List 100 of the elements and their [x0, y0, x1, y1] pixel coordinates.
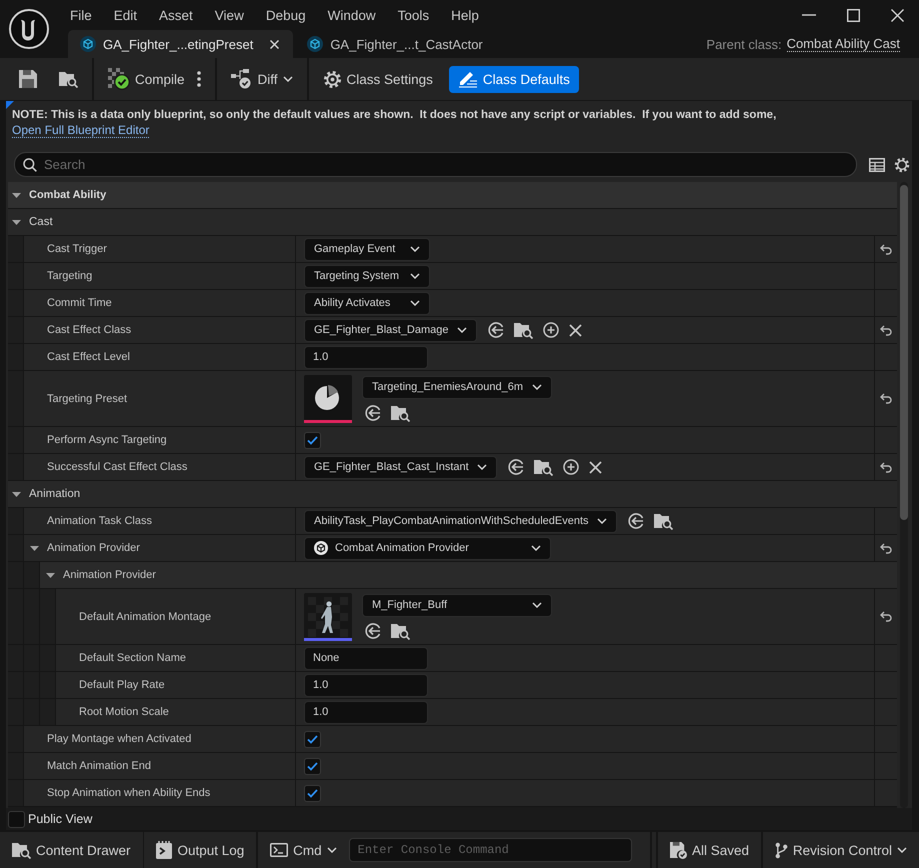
table-view-icon[interactable]: [869, 158, 885, 172]
parent-class-link[interactable]: Combat Ability Cast: [786, 36, 900, 52]
scrollbar[interactable]: [900, 182, 908, 808]
console-input[interactable]: Enter Console Command: [348, 838, 632, 862]
reset-arrow-icon[interactable]: [880, 611, 892, 622]
caret-down-icon[interactable]: [12, 492, 21, 496]
caret-down-icon[interactable]: [46, 572, 55, 578]
clear-icon[interactable]: [588, 460, 602, 474]
maximize-icon: [846, 8, 860, 22]
settings-icon[interactable]: [894, 156, 910, 172]
folder-search-icon[interactable]: [391, 404, 410, 422]
document-tab[interactable]: GA_Fighter_...etingPreset: [68, 30, 294, 58]
number-field[interactable]: 1.0: [304, 346, 428, 368]
scrollbar-thumb[interactable]: [900, 185, 908, 520]
corner-marker-icon: [6, 101, 14, 109]
menu-item[interactable]: Edit: [102, 0, 148, 30]
property-name: Stop Animation when Ability Ends: [47, 787, 210, 799]
open-editor-link[interactable]: Open Full Blueprint Editor: [12, 123, 150, 138]
document-tab[interactable]: GA_Fighter_...t_CastActor: [295, 30, 497, 58]
caret-down-icon[interactable]: [12, 192, 21, 198]
checkbox[interactable]: [304, 730, 321, 748]
content-drawer-button[interactable]: Content Drawer: [0, 832, 143, 868]
arrow-left-circle-icon[interactable]: [365, 405, 381, 421]
search-field[interactable]: Search: [14, 152, 857, 177]
menu-item[interactable]: Asset: [148, 0, 204, 30]
checkmark-icon: [307, 788, 318, 798]
category-header[interactable]: Cast: [8, 209, 897, 236]
save-icon: [19, 70, 37, 88]
menu-item[interactable]: File: [59, 0, 103, 30]
save-check-icon: [670, 842, 687, 858]
class-dropdown[interactable]: AbilityTask_PlayCombatAnimationWithScheduledEvents: [304, 510, 617, 532]
property-name: Perform Async Targeting: [47, 434, 167, 446]
menu-item[interactable]: Debug: [254, 0, 317, 30]
reset-arrow-icon[interactable]: [880, 542, 892, 554]
arrow-left-circle-icon[interactable]: [628, 513, 644, 529]
property-name: Commit Time: [47, 297, 112, 309]
property-name: Default Play Rate: [79, 679, 165, 691]
menu-item[interactable]: Help: [440, 0, 490, 30]
dropdown[interactable]: Ability Activates: [304, 292, 430, 314]
property-name: Cast Trigger: [47, 243, 107, 255]
chevron-down-icon: [596, 518, 607, 524]
asset-dropdown[interactable]: M_Fighter_Buff: [362, 594, 552, 616]
text-field[interactable]: None: [304, 646, 428, 670]
diff-button[interactable]: Diff: [224, 64, 299, 94]
add-icon[interactable]: [542, 322, 559, 338]
menu-item[interactable]: Window: [316, 0, 387, 30]
caret-down-icon[interactable]: [30, 546, 39, 550]
checkbox[interactable]: [304, 784, 321, 802]
number-field[interactable]: 1.0: [304, 700, 428, 724]
group-header[interactable]: Animation Provider: [8, 562, 897, 589]
folder-search-icon[interactable]: [12, 842, 31, 858]
category-header[interactable]: Combat Ability: [8, 182, 897, 209]
checkbox[interactable]: [304, 758, 321, 774]
revision-control-button[interactable]: Revision Control: [762, 832, 919, 868]
folder-search-icon[interactable]: [59, 70, 78, 88]
reset-arrow-icon[interactable]: [880, 462, 892, 472]
cmd-button[interactable]: Cmd: [258, 832, 349, 868]
property-name: Default Animation Montage: [79, 610, 212, 622]
asset-dropdown[interactable]: Targeting_EnemiesAround_6m: [362, 376, 552, 398]
mode-button[interactable]: Class Defaults: [448, 66, 579, 92]
class-dropdown[interactable]: GE_Fighter_Blast_Cast_Instant: [304, 456, 497, 478]
mode-button[interactable]: Class Settings: [316, 64, 439, 94]
property-name: Play Montage when Activated: [47, 733, 192, 745]
add-icon[interactable]: [562, 459, 579, 475]
reset-arrow-icon[interactable]: [880, 324, 892, 336]
close-icon: [890, 8, 904, 22]
arrow-left-circle-icon[interactable]: [508, 459, 524, 475]
menu-item[interactable]: Tools: [386, 0, 440, 30]
category-title: Combat Ability: [29, 189, 106, 201]
menu-item[interactable]: View: [204, 0, 255, 30]
checkbox[interactable]: [8, 810, 25, 828]
checkmark-icon: [307, 762, 318, 770]
category-header[interactable]: Animation: [8, 481, 897, 508]
output-log-button[interactable]: Output Log: [144, 832, 256, 868]
folder-search-icon[interactable]: [534, 458, 553, 476]
folder-search-icon[interactable]: [514, 322, 533, 338]
chevron-down-icon: [326, 847, 337, 853]
property-name: Animation Provider: [47, 542, 140, 554]
group-title: Animation Provider: [63, 569, 156, 581]
save-status-button[interactable]: All Saved: [658, 832, 762, 868]
reset-arrow-icon[interactable]: [880, 393, 892, 404]
arrow-left-circle-icon[interactable]: [488, 322, 504, 338]
folder-search-icon[interactable]: [654, 512, 673, 530]
logo-icon[interactable]: [9, 9, 49, 49]
close-icon[interactable]: [270, 40, 280, 48]
folder-search-icon[interactable]: [391, 622, 410, 640]
class-dropdown[interactable]: GE_Fighter_Blast_Damage: [304, 318, 477, 342]
arrow-left-circle-icon[interactable]: [365, 623, 381, 639]
reset-arrow-icon[interactable]: [880, 244, 892, 254]
dropdown[interactable]: Gameplay Event: [304, 238, 430, 260]
number-field[interactable]: 1.0: [304, 674, 428, 696]
property-name: Root Motion Scale: [79, 706, 169, 718]
caret-down-icon[interactable]: [12, 220, 21, 224]
compile-button[interactable]: Compile: [102, 64, 191, 94]
checkbox[interactable]: [304, 432, 321, 448]
class-dropdown[interactable]: Combat Animation Provider: [304, 536, 551, 560]
dropdown[interactable]: Targeting System: [304, 264, 430, 288]
notepad-icon: [156, 841, 172, 859]
clear-icon[interactable]: [568, 324, 582, 336]
terminal-icon: [270, 843, 288, 857]
